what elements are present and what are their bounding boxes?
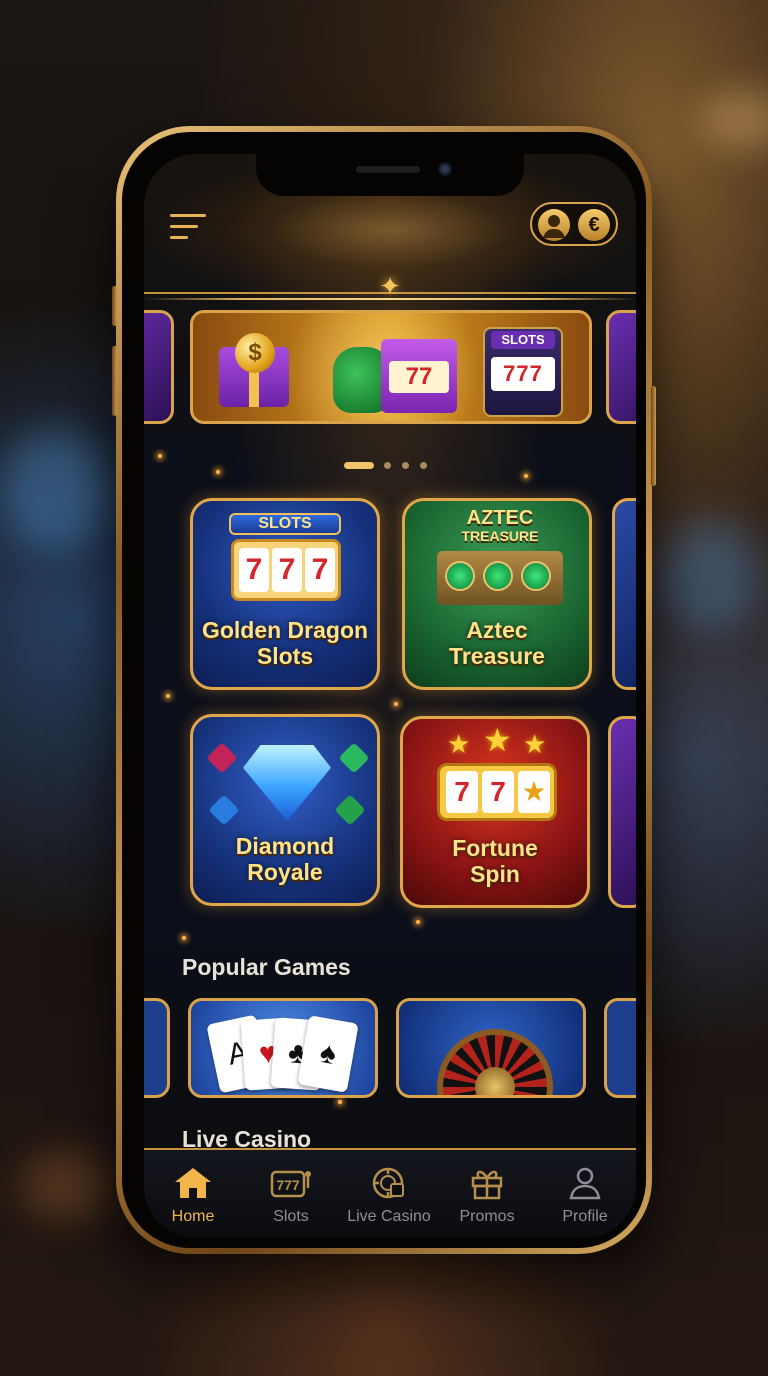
promo-banner-next[interactable] bbox=[606, 310, 636, 424]
star-icon: ★ bbox=[483, 722, 512, 758]
game-card-golden-dragon-slots[interactable]: SLOTS 7 7 7 Golden Dragon Slots bbox=[190, 498, 380, 690]
game-title: Golden Dragon Slots bbox=[201, 617, 369, 669]
phone-bezel: ✦ € $ 77 SLOTS 777 SLOTS 7 7 7 Golden Dr… bbox=[122, 132, 646, 1248]
tab-profile[interactable]: Profile bbox=[536, 1150, 634, 1238]
popular-game-card-roulette[interactable] bbox=[396, 998, 586, 1098]
game-title: Fortune Spin bbox=[452, 835, 538, 887]
slot-machine-tag: SLOTS bbox=[491, 331, 555, 349]
phone-side-button bbox=[112, 286, 117, 326]
sparkle bbox=[182, 936, 186, 940]
gem-icon bbox=[206, 742, 238, 774]
promo-banner-prev[interactable] bbox=[144, 310, 174, 424]
roulette-wheel-icon bbox=[437, 1029, 553, 1095]
tab-label: Home bbox=[171, 1208, 215, 1225]
home-icon bbox=[144, 1166, 242, 1200]
tab-live-casino[interactable]: Live Casino bbox=[340, 1150, 438, 1238]
game-card-partial[interactable] bbox=[612, 498, 636, 690]
popular-game-card-poker[interactable]: A ♥ ♣ ♠ bbox=[188, 998, 378, 1098]
star-icon: ★ bbox=[523, 729, 547, 759]
crown-ornament-icon: ✦ bbox=[379, 271, 401, 301]
slot-machine-icon: 777 bbox=[242, 1166, 340, 1200]
tab-label: Profile bbox=[562, 1208, 608, 1225]
pagination-dot[interactable] bbox=[402, 462, 409, 469]
playing-card: ♠ bbox=[297, 1015, 359, 1093]
tab-label: Promos bbox=[459, 1208, 515, 1225]
tab-promos[interactable]: Promos bbox=[438, 1150, 536, 1238]
user-icon bbox=[536, 1166, 634, 1200]
background-light bbox=[20, 1150, 110, 1220]
game-card-partial[interactable] bbox=[608, 716, 636, 908]
background-light bbox=[660, 520, 760, 630]
front-camera bbox=[438, 162, 452, 176]
background-light bbox=[700, 90, 768, 150]
tab-home[interactable]: Home bbox=[144, 1150, 242, 1238]
game-logo: SLOTS bbox=[229, 513, 341, 535]
game-card-fortune-spin[interactable]: ★ ★ ★ 7 7 ★ Fortune Spin bbox=[400, 716, 590, 908]
diamond-icon bbox=[243, 745, 331, 821]
phone-notch bbox=[256, 154, 524, 196]
account-balance-pill[interactable]: € bbox=[530, 202, 618, 246]
slot-reels: 7 7 7 bbox=[231, 539, 341, 601]
currency-euro-icon[interactable]: € bbox=[578, 209, 610, 241]
game-title: Diamond Royale bbox=[235, 833, 335, 885]
tab-slots[interactable]: 777 Slots bbox=[242, 1150, 340, 1238]
promo-carousel[interactable]: $ 77 SLOTS 777 bbox=[144, 310, 636, 430]
sparkle bbox=[338, 1100, 342, 1104]
popular-game-card-partial[interactable] bbox=[144, 998, 170, 1098]
svg-text:777: 777 bbox=[276, 1177, 300, 1193]
gem-icon bbox=[334, 794, 366, 826]
phone-side-button bbox=[112, 346, 117, 416]
background-light bbox=[0, 430, 110, 550]
dollar-coin-icon: $ bbox=[235, 333, 275, 373]
section-title-popular-games: Popular Games bbox=[182, 954, 351, 980]
temple-icon bbox=[437, 551, 563, 605]
pagination-dot-active[interactable] bbox=[344, 462, 374, 469]
phone-side-button bbox=[651, 386, 656, 486]
phone-frame: ✦ € $ 77 SLOTS 777 SLOTS 7 7 7 Golden Dr… bbox=[112, 126, 656, 1254]
sparkle bbox=[394, 702, 398, 706]
sparkle bbox=[416, 920, 420, 924]
hamburger-menu-icon[interactable] bbox=[170, 212, 208, 242]
tab-label: Slots bbox=[273, 1208, 309, 1225]
casino-chip-icon bbox=[340, 1166, 438, 1200]
pagination-dot[interactable] bbox=[420, 462, 427, 469]
popular-game-card-partial[interactable] bbox=[604, 998, 636, 1098]
game-logo: AZTEC TREASURE bbox=[461, 507, 539, 544]
speaker-grille bbox=[356, 166, 420, 173]
game-card-aztec-treasure[interactable]: AZTEC TREASURE Aztec Treasure bbox=[402, 498, 592, 690]
bottom-tab-bar: Home 777 Slots Live Casino Promos Profil… bbox=[144, 1148, 636, 1238]
slot-machine-reels: 777 bbox=[491, 357, 555, 391]
game-card-diamond-royale[interactable]: Diamond Royale bbox=[190, 714, 380, 906]
sparkle bbox=[524, 474, 528, 478]
star-icon: ★ bbox=[447, 729, 471, 759]
gem-icon bbox=[338, 742, 370, 774]
promo-banner[interactable]: $ 77 SLOTS 777 bbox=[190, 310, 592, 424]
gift-icon bbox=[438, 1166, 536, 1200]
app-screen: ✦ € $ 77 SLOTS 777 SLOTS 7 7 7 Golden Dr… bbox=[144, 154, 636, 1238]
slot-reels: 7 7 ★ bbox=[437, 763, 557, 821]
sparkle bbox=[166, 694, 170, 698]
gem-icon bbox=[208, 794, 240, 826]
pagination-dot[interactable] bbox=[384, 462, 391, 469]
game-title: Aztec Treasure bbox=[449, 617, 545, 669]
user-avatar-icon[interactable] bbox=[538, 209, 570, 241]
sparkle bbox=[216, 470, 220, 474]
tab-label: Live Casino bbox=[347, 1208, 431, 1225]
sparkle bbox=[158, 454, 162, 458]
slot-machine-icon: SLOTS 777 bbox=[483, 327, 563, 417]
shopping-bag-icon: 77 bbox=[381, 339, 457, 413]
